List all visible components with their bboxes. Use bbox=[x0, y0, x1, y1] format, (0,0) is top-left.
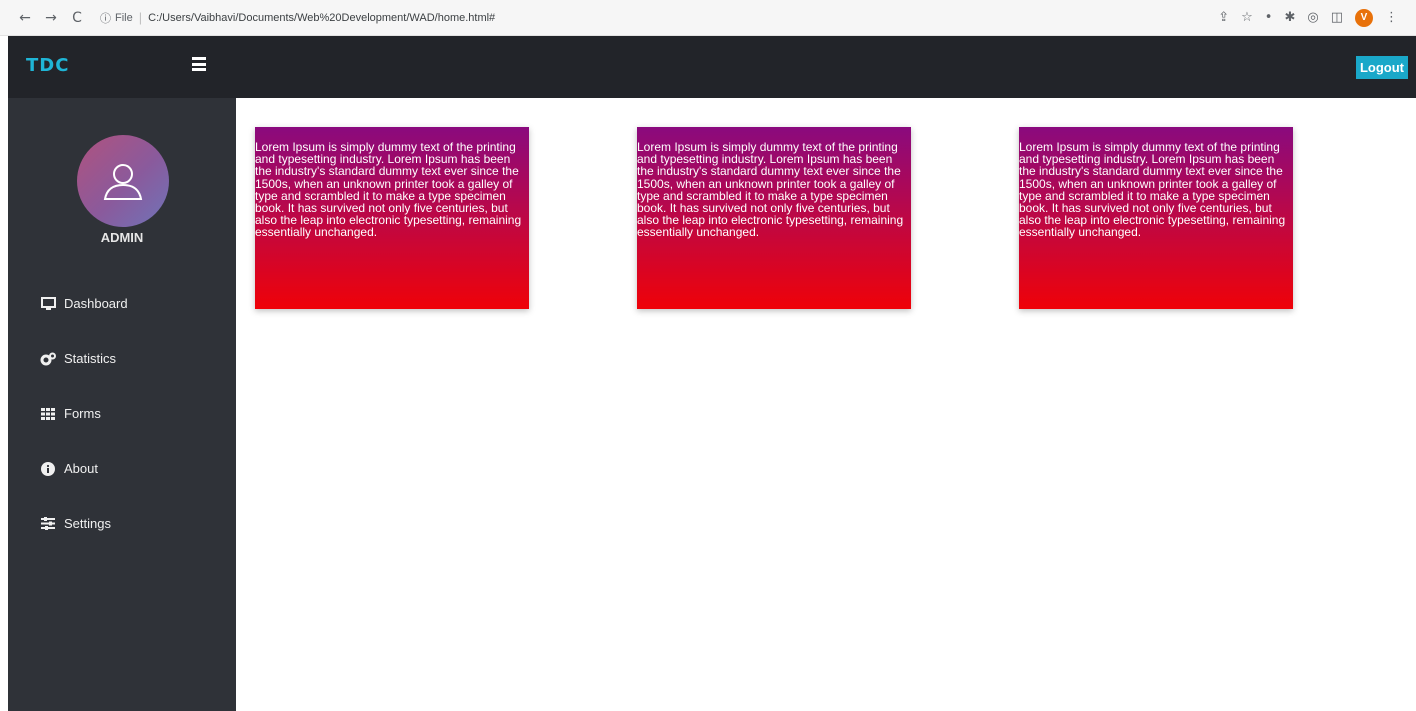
more-icon[interactable]: ⋮ bbox=[1385, 10, 1398, 25]
user-icon bbox=[103, 164, 143, 200]
sidebar-item-label: Settings bbox=[64, 516, 111, 531]
site-info-icon[interactable]: ⓘ bbox=[100, 10, 111, 26]
app: TDC Logout ADMIN Dashboard Statistics Fo… bbox=[8, 36, 1416, 711]
sidebar-menu: Dashboard Statistics Forms About Setting… bbox=[40, 276, 230, 551]
extension-icon[interactable]: • bbox=[1265, 10, 1273, 25]
logout-button[interactable]: Logout bbox=[1355, 56, 1408, 79]
cogs-icon bbox=[40, 351, 56, 367]
browser-toolbar: ← → C ⓘ File | C:/Users/Vaibhavi/Documen… bbox=[0, 0, 1416, 36]
sidebar-item-settings[interactable]: Settings bbox=[40, 496, 230, 551]
forward-button[interactable]: → bbox=[40, 7, 62, 29]
menu-toggle-icon[interactable] bbox=[192, 57, 206, 71]
sidebar-item-forms[interactable]: Forms bbox=[40, 386, 230, 441]
top-navbar: TDC Logout bbox=[8, 36, 1416, 98]
back-arrow-icon: ← bbox=[19, 9, 31, 26]
address-bar[interactable]: ⓘ File | C:/Users/Vaibhavi/Documents/Web… bbox=[100, 5, 1218, 31]
browser-toolbar-actions: ⇪ ☆ • ✱ ◎ ◫ V ⋮ bbox=[1218, 8, 1398, 27]
main-content: Lorem Ipsum is simply dummy text of the … bbox=[236, 98, 1416, 711]
sidebar: ADMIN Dashboard Statistics Forms About S… bbox=[8, 98, 236, 711]
avatar bbox=[77, 135, 169, 227]
share-icon[interactable]: ⇪ bbox=[1218, 10, 1229, 25]
user-role-label: ADMIN bbox=[100, 230, 144, 245]
sidebar-icon[interactable]: ◫ bbox=[1331, 10, 1343, 25]
media-icon[interactable]: ◎ bbox=[1307, 10, 1318, 25]
star-icon[interactable]: ☆ bbox=[1241, 10, 1253, 25]
reload-button[interactable]: C bbox=[66, 7, 88, 29]
sidebar-item-label: Forms bbox=[64, 406, 101, 421]
sidebar-item-label: Statistics bbox=[64, 351, 117, 366]
info-circle-icon bbox=[40, 461, 56, 477]
url-text[interactable]: C:/Users/Vaibhavi/Documents/Web%20Develo… bbox=[148, 12, 495, 24]
sidebar-item-label: Dashboard bbox=[64, 296, 128, 311]
desktop-icon bbox=[40, 296, 56, 312]
forward-arrow-icon: → bbox=[45, 9, 57, 26]
content-card: Lorem Ipsum is simply dummy text of the … bbox=[255, 127, 529, 309]
url-scheme: File bbox=[115, 11, 133, 24]
back-button[interactable]: ← bbox=[14, 7, 36, 29]
sidebar-item-dashboard[interactable]: Dashboard bbox=[40, 276, 230, 331]
content-card: Lorem Ipsum is simply dummy text of the … bbox=[1019, 127, 1293, 309]
reload-icon: C bbox=[72, 9, 82, 26]
sliders-icon bbox=[40, 516, 56, 532]
table-icon bbox=[40, 406, 56, 422]
sidebar-item-statistics[interactable]: Statistics bbox=[40, 331, 230, 386]
profile-avatar[interactable]: V bbox=[1355, 8, 1373, 27]
puzzle-icon[interactable]: ✱ bbox=[1284, 10, 1295, 25]
sidebar-item-about[interactable]: About bbox=[40, 441, 230, 496]
content-card: Lorem Ipsum is simply dummy text of the … bbox=[637, 127, 911, 309]
sidebar-item-label: About bbox=[64, 461, 98, 476]
brand-logo[interactable]: TDC bbox=[26, 55, 69, 76]
url-separator: | bbox=[138, 10, 143, 25]
